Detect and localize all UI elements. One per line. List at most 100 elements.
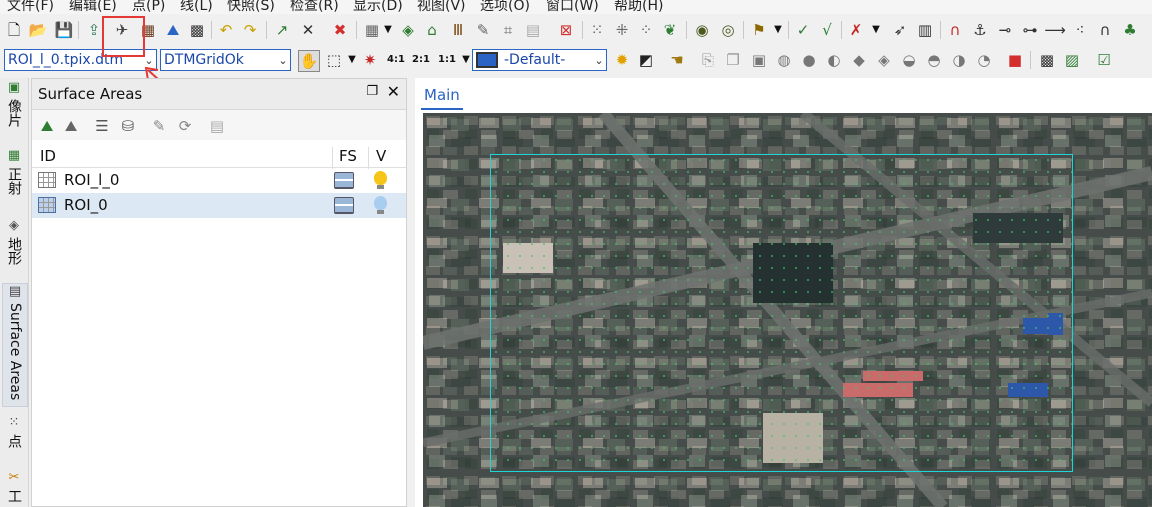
- leaf-icon[interactable]: ❦: [660, 20, 680, 40]
- menu-display[interactable]: 显示(D): [353, 0, 403, 14]
- pattern-icon[interactable]: ▤: [523, 20, 543, 40]
- chevron-down-icon[interactable]: ▼: [866, 20, 886, 40]
- mesh-icon[interactable]: ◍: [774, 50, 794, 70]
- roi-boundary[interactable]: [490, 154, 1073, 472]
- select-icon[interactable]: ⬚: [324, 50, 344, 70]
- refresh-icon[interactable]: ⟳: [175, 116, 195, 136]
- side-tab-points[interactable]: ⁙ 点: [2, 415, 26, 448]
- line-node-icon[interactable]: ⊸: [995, 20, 1015, 40]
- dome2-icon[interactable]: ◓: [924, 50, 944, 70]
- menu-options[interactable]: 选项(O): [480, 0, 530, 14]
- plus-dots-icon[interactable]: ⁜: [612, 20, 632, 40]
- sphere-icon[interactable]: ●: [799, 50, 819, 70]
- menu-edit[interactable]: 编辑(E): [69, 0, 117, 14]
- menu-point[interactable]: 点(P): [132, 0, 165, 14]
- ladder-icon[interactable]: Ⅲ: [448, 20, 468, 40]
- line-node2-icon[interactable]: ⊶: [1020, 20, 1040, 40]
- cube2-icon[interactable]: ◈: [874, 50, 894, 70]
- hand-icon[interactable]: ✋: [298, 50, 320, 72]
- v-icon[interactable]: √: [817, 20, 837, 40]
- green-map-icon[interactable]: ▨: [1062, 50, 1082, 70]
- tab-main[interactable]: Main: [421, 84, 463, 110]
- layer-icon[interactable]: ◈: [398, 20, 418, 40]
- snap-icon[interactable]: ⌂: [422, 20, 442, 40]
- side-tab-surface-areas[interactable]: ▤ Surface Areas: [2, 283, 28, 407]
- menu-file[interactable]: 文件(F): [7, 0, 54, 14]
- menu-snapshot[interactable]: 快照(S): [227, 0, 275, 14]
- import-photo-icon[interactable]: ⇪: [84, 20, 104, 40]
- db-icon[interactable]: ⛁: [118, 116, 138, 136]
- chart-check-icon[interactable]: ☑: [1094, 50, 1114, 70]
- zoom-4to1[interactable]: 4:1: [386, 50, 406, 70]
- menu-line[interactable]: 线(L): [180, 0, 213, 14]
- view-combo[interactable]: -Default- ⌄: [472, 49, 607, 71]
- sun-icon[interactable]: ✹: [612, 50, 632, 70]
- delete-red-icon[interactable]: ⊠: [556, 20, 576, 40]
- grid-check-icon[interactable]: ▩: [187, 20, 207, 40]
- menu-help[interactable]: 帮助(H): [614, 0, 663, 14]
- chevron-down-icon[interactable]: ▼: [342, 50, 362, 70]
- dots-icon[interactable]: ⁙: [587, 20, 607, 40]
- add-area-icon[interactable]: ⛰: [37, 116, 57, 136]
- cross-tool-icon[interactable]: ✕: [298, 20, 318, 40]
- sphere2-icon[interactable]: ◐: [824, 50, 844, 70]
- stamp-icon[interactable]: ⎘: [698, 50, 718, 70]
- pin-icon[interactable]: ⚑: [749, 20, 769, 40]
- arrow-icon[interactable]: ➶: [890, 20, 910, 40]
- dome3-icon[interactable]: ◑: [949, 50, 969, 70]
- add-point-icon[interactable]: ↗: [272, 20, 292, 40]
- side-tab-photo[interactable]: ▣ 像片: [2, 80, 26, 127]
- menu-view[interactable]: 视图(V): [417, 0, 466, 14]
- surface-icon[interactable]: ⛰: [163, 20, 183, 40]
- col-fs-header[interactable]: FS: [339, 147, 357, 165]
- chevron-down-icon[interactable]: ▼: [768, 20, 788, 40]
- fs-server-icon[interactable]: [334, 197, 354, 214]
- edit-icon[interactable]: ✎: [149, 116, 169, 136]
- anchor-icon[interactable]: ⚓: [970, 20, 990, 40]
- pattern-icon[interactable]: ▤: [207, 116, 227, 136]
- eye-icon[interactable]: ◉: [692, 20, 712, 40]
- col-v-header[interactable]: V: [376, 147, 386, 165]
- measure-icon[interactable]: ⌗: [498, 20, 518, 40]
- zoom-1to1[interactable]: 1:1: [437, 50, 457, 70]
- new-file-icon[interactable]: 🗋: [4, 20, 24, 40]
- redo-icon[interactable]: ↷: [240, 20, 260, 40]
- v-check-icon[interactable]: ✓: [793, 20, 813, 40]
- scatter-icon[interactable]: ⁖: [1070, 20, 1090, 40]
- visibility-bulb-icon[interactable]: [374, 171, 387, 189]
- side-tab-tools[interactable]: ✂ 工: [2, 470, 26, 503]
- dome-icon[interactable]: ◒: [899, 50, 919, 70]
- cube-icon[interactable]: ◆: [849, 50, 869, 70]
- map-icon[interactable]: ▩: [1037, 50, 1057, 70]
- crosshair-icon[interactable]: ✷: [360, 50, 380, 70]
- pencil-icon[interactable]: ✎: [473, 20, 493, 40]
- zoom-2to1[interactable]: 2:1: [411, 50, 431, 70]
- undo-icon[interactable]: ↶: [216, 20, 236, 40]
- menu-window[interactable]: 窗口(W): [546, 0, 599, 14]
- save-icon[interactable]: 💾: [54, 20, 74, 40]
- eye-dropper-icon[interactable]: ◎: [718, 20, 738, 40]
- restore-icon[interactable]: ❐: [366, 84, 378, 99]
- fs-server-icon[interactable]: [334, 172, 354, 189]
- arch-icon[interactable]: ∩: [1095, 20, 1115, 40]
- bar-chart-icon[interactable]: ▥: [915, 20, 935, 40]
- scene-icon[interactable]: ▣: [749, 50, 769, 70]
- cross-red-icon[interactable]: ✗: [846, 20, 866, 40]
- chevron-down-icon[interactable]: ▼: [378, 20, 398, 40]
- pattern-dots-icon[interactable]: ⁘: [636, 20, 656, 40]
- dome4-icon[interactable]: ◔: [974, 50, 994, 70]
- table-row[interactable]: ROI_l_0: [32, 168, 406, 193]
- red-blue-icon[interactable]: ■: [1005, 50, 1025, 70]
- side-tab-ortho[interactable]: ▦ 正射: [2, 148, 26, 195]
- menu-check[interactable]: 检查(R): [290, 0, 339, 14]
- magnet-icon[interactable]: ∩: [945, 20, 965, 40]
- table-row[interactable]: ROI_0: [32, 193, 406, 218]
- close-icon[interactable]: ✕: [387, 82, 400, 101]
- orthophoto-canvas[interactable]: [423, 113, 1152, 507]
- stack-icon[interactable]: ☰: [92, 116, 112, 136]
- visibility-bulb-icon[interactable]: [374, 196, 387, 214]
- col-id-header[interactable]: ID: [40, 147, 56, 165]
- delete-x-icon[interactable]: ✖: [330, 20, 350, 40]
- arrow-line-icon[interactable]: ⟶: [1044, 20, 1066, 40]
- area-icon[interactable]: ⛰: [61, 116, 81, 136]
